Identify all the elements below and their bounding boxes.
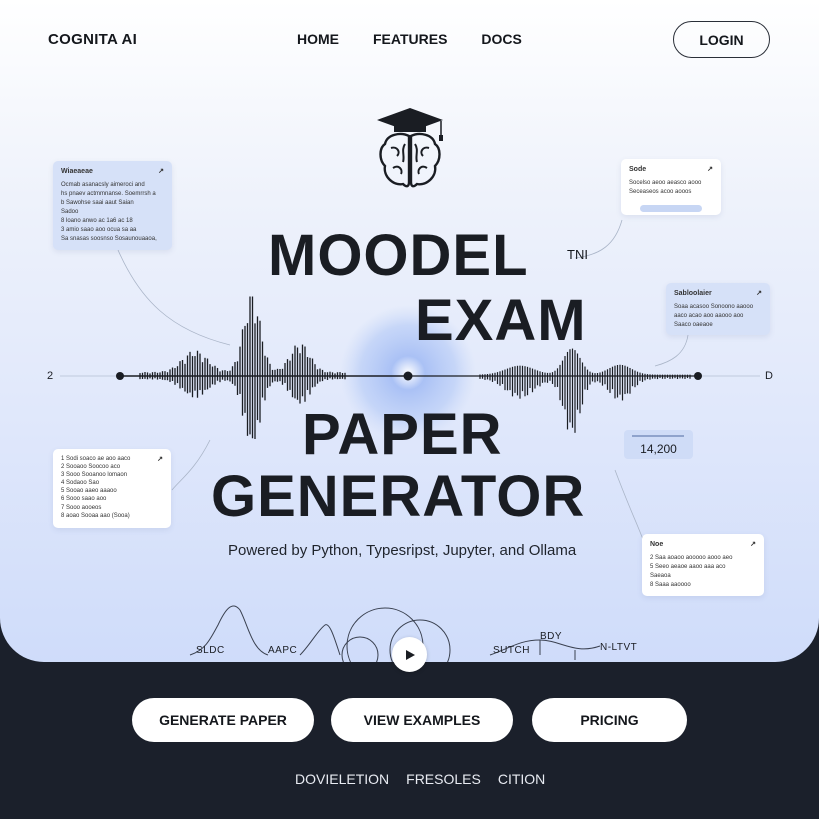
card-line: Sa snasas soosnso Sosaunouaaoa, [61, 235, 157, 242]
bottom-label-sldc: SLDC [196, 645, 225, 656]
card-line: 2 Saa aoaoo aooooo aooo aeo [650, 554, 733, 561]
card-line: Ocmab asanacsly aimeroci and [61, 181, 145, 188]
card-line: Sadoo [61, 208, 79, 215]
card-line: 8 loano anwo ac 1a6 ac 18 [61, 217, 133, 224]
card-line: 7 Sooo aooeos [61, 504, 102, 511]
expand-arrow-icon[interactable]: ↗ [158, 167, 164, 178]
bottom-label-sutch: SUTCH [493, 645, 530, 656]
title-tag: TNI [567, 247, 588, 262]
card-line: Seceaseos acoo aooos [629, 188, 692, 195]
expand-arrow-icon[interactable]: ↗ [750, 540, 756, 551]
card-line: aaco acao aoo aaooo aoo [674, 312, 744, 319]
info-card-top-left[interactable]: Wiaeaeae ↗ Ocmab asanacsly aimeroci and h… [53, 161, 172, 250]
hero-title-line-2: EXAM [415, 288, 587, 353]
card-line: 5 Sooao aaeo aaaoo [61, 488, 117, 495]
play-icon [405, 649, 415, 660]
footer-link-3[interactable]: CITION [498, 771, 545, 787]
expand-arrow-icon[interactable]: ↗ [157, 455, 163, 464]
hero-title-line-4: GENERATOR [211, 464, 586, 529]
hero-title-line-1: MOODEL [268, 223, 529, 288]
pricing-button[interactable]: PRICING [532, 698, 687, 742]
card-line: hs pnaev actmmnanse. Soemrrsh a [61, 190, 156, 197]
info-card-mid-left[interactable]: ↗ 1 Sodi soaco ae aoo aaco 2 Sooaoo Sooc… [53, 449, 171, 528]
hero-subtitle: Powered by Python, Typesripst, Jupyter, … [228, 542, 577, 559]
card-line: 1 Sodi soaco ae aoo aaco [61, 456, 131, 462]
footer-link-2[interactable]: FRESOLES [406, 771, 481, 787]
hero-title-line-3: PAPER [302, 402, 503, 467]
card-line: 5 Seeo aeaoe aaoo aaa aco [650, 563, 726, 570]
card-line: 8 aoao Sooaa aao (Sooa) [61, 512, 130, 519]
card-line: 3 Sooo Sooanoo lomaon [61, 472, 128, 479]
card-line: 8 Saaa aaoooo [650, 581, 691, 588]
axis-left-label: 2 [47, 370, 54, 382]
card-title: Sabloolaier [674, 290, 712, 297]
card-line: Soaa acasoo Sonoono aaooo [674, 303, 754, 310]
bottom-label-bdy: BDY [540, 631, 563, 642]
stat-bar [632, 435, 684, 437]
stat-badge: 14,200 [624, 430, 693, 459]
info-card-mid-right[interactable]: Sabloolaier ↗ Soaa acasoo Sonoono aaooo a… [666, 283, 770, 335]
card-title: Sode [629, 166, 647, 173]
footer-links: DOVIELETION FRESOLES CITION [295, 771, 545, 787]
card-line: 6 Sooo saao aoo [61, 496, 107, 503]
stat-value: 14,200 [640, 442, 677, 456]
axis-right-label: D [765, 370, 773, 382]
card-line: 3 amio saao aoo ocua sa aa [61, 226, 137, 233]
brain-graduation-cap-icon [377, 108, 443, 188]
info-card-bottom-right[interactable]: Noe ↗ 2 Saa aoaoo aooooo aooo aeo 5 Seeo … [642, 534, 764, 596]
bottom-label-nltvt: N-LTVT [600, 642, 638, 653]
card-line: b Sawohse saai aaut Saian [61, 199, 134, 206]
hero-section: COGNITA AI HOME FEATURES DOCS LOGIN MOOD… [0, 0, 819, 662]
card-title: Wiaeaeae [61, 168, 93, 175]
generate-paper-button[interactable]: GENERATE PAPER [132, 698, 314, 742]
card-pill-button[interactable] [640, 204, 702, 212]
play-button[interactable] [392, 637, 427, 672]
card-line: Saeaoa [650, 572, 671, 579]
footer-link-1[interactable]: DOVIELETION [295, 771, 389, 787]
expand-arrow-icon[interactable]: ↗ [756, 289, 762, 300]
card-line: Socelso aeoo aeasco aooo [629, 179, 702, 186]
bottom-label-aapc: AAPC [268, 645, 298, 656]
card-line: 2 Sooaoo Soocoo aco [61, 464, 121, 471]
card-line: Saaco oaeaoe [674, 321, 713, 328]
expand-arrow-icon[interactable]: ↗ [707, 165, 713, 176]
view-examples-button[interactable]: VIEW EXAMPLES [331, 698, 513, 742]
card-line: 4 Sodaoo Sao [61, 480, 100, 487]
card-title: Noe [650, 541, 664, 548]
info-card-top-right[interactable]: Sode ↗ Socelso aeoo aeasco aooo Seceaseos… [621, 159, 721, 215]
